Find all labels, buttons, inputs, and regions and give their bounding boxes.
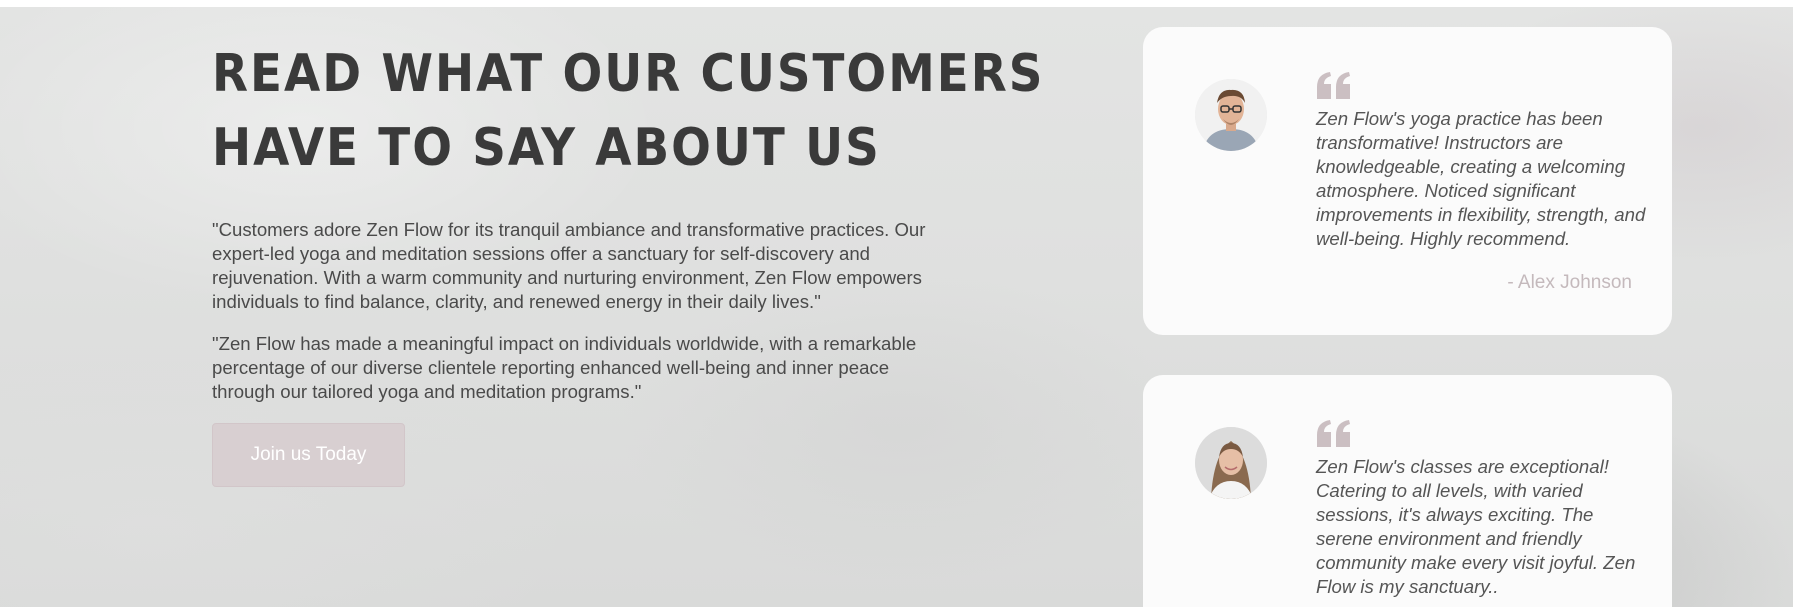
heading-line-2: HAVE TO SAY ABOUT US bbox=[212, 118, 881, 178]
testimonial-text: Zen Flow's classes are exceptional! Cate… bbox=[1316, 456, 1636, 597]
section-heading: READ WHAT OUR CUSTOMERS HAVE TO SAY ABOU… bbox=[212, 37, 1045, 185]
impact-paragraph: "Zen Flow has made a meaningful impact o… bbox=[212, 333, 917, 402]
quote-icon bbox=[1317, 72, 1350, 99]
testimonial-text: Zen Flow's yoga practice has been transf… bbox=[1316, 108, 1646, 249]
testimonials-section: READ WHAT OUR CUSTOMERS HAVE TO SAY ABOU… bbox=[0, 7, 1793, 607]
intro-paragraph: "Customers adore Zen Flow for its tranqu… bbox=[212, 219, 926, 312]
male-avatar bbox=[1195, 79, 1267, 151]
testimonial-card: Zen Flow's classes are exceptional! Cate… bbox=[1143, 375, 1672, 607]
heading-line-1: READ WHAT OUR CUSTOMERS bbox=[212, 44, 1045, 104]
testimonial-card: Zen Flow's yoga practice has been transf… bbox=[1143, 27, 1672, 335]
testimonial-author: - Alex Johnson bbox=[1507, 272, 1632, 293]
join-us-button[interactable]: Join us Today bbox=[212, 423, 405, 487]
female-avatar bbox=[1195, 427, 1267, 499]
quote-icon bbox=[1317, 420, 1350, 447]
